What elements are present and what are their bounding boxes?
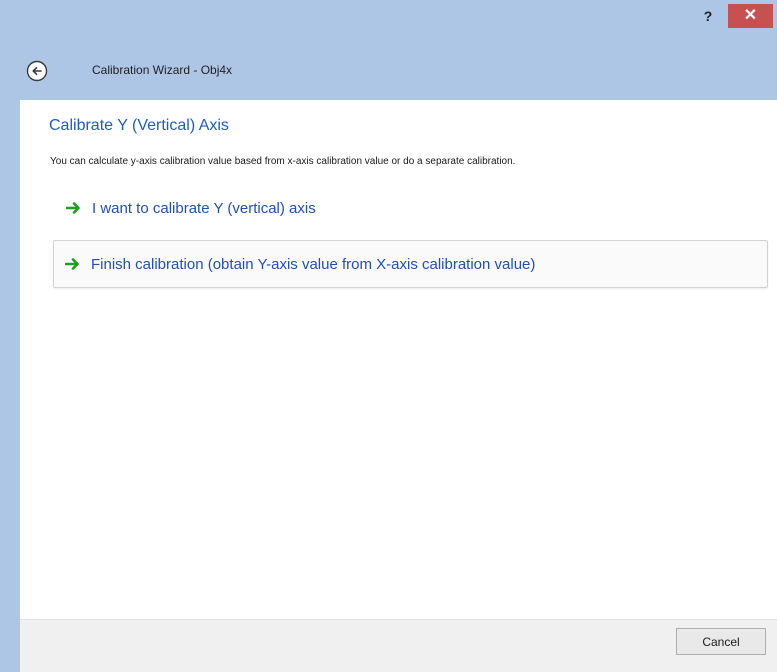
page-heading: Calibrate Y (Vertical) Axis bbox=[49, 117, 229, 134]
wizard-window: ? ✕ Calibration Wizard - Obj4x Calibrate… bbox=[0, 0, 777, 672]
wizard-title: Calibration Wizard - Obj4x bbox=[92, 63, 233, 77]
wizard-footer: Cancel bbox=[20, 619, 777, 672]
page-description: You can calculate y-axis calibration val… bbox=[50, 156, 516, 167]
close-button[interactable]: ✕ bbox=[728, 4, 773, 28]
command-label: I want to calibrate Y (vertical) axis bbox=[92, 199, 316, 217]
wizard-content: Calibrate Y (Vertical) Axis You can calc… bbox=[20, 100, 777, 619]
title-bar: ? ✕ Calibration Wizard - Obj4x bbox=[0, 0, 777, 100]
green-arrow-icon bbox=[66, 202, 80, 214]
green-arrow-icon bbox=[65, 258, 79, 270]
cancel-button[interactable]: Cancel bbox=[676, 628, 766, 655]
command-label: Finish calibration (obtain Y-axis value … bbox=[91, 255, 536, 273]
back-arrow-icon[interactable] bbox=[26, 60, 48, 82]
finish-calibration-command[interactable]: Finish calibration (obtain Y-axis value … bbox=[53, 240, 768, 288]
calibrate-y-axis-command[interactable]: I want to calibrate Y (vertical) axis bbox=[54, 194, 354, 222]
help-button[interactable]: ? bbox=[690, 4, 726, 28]
